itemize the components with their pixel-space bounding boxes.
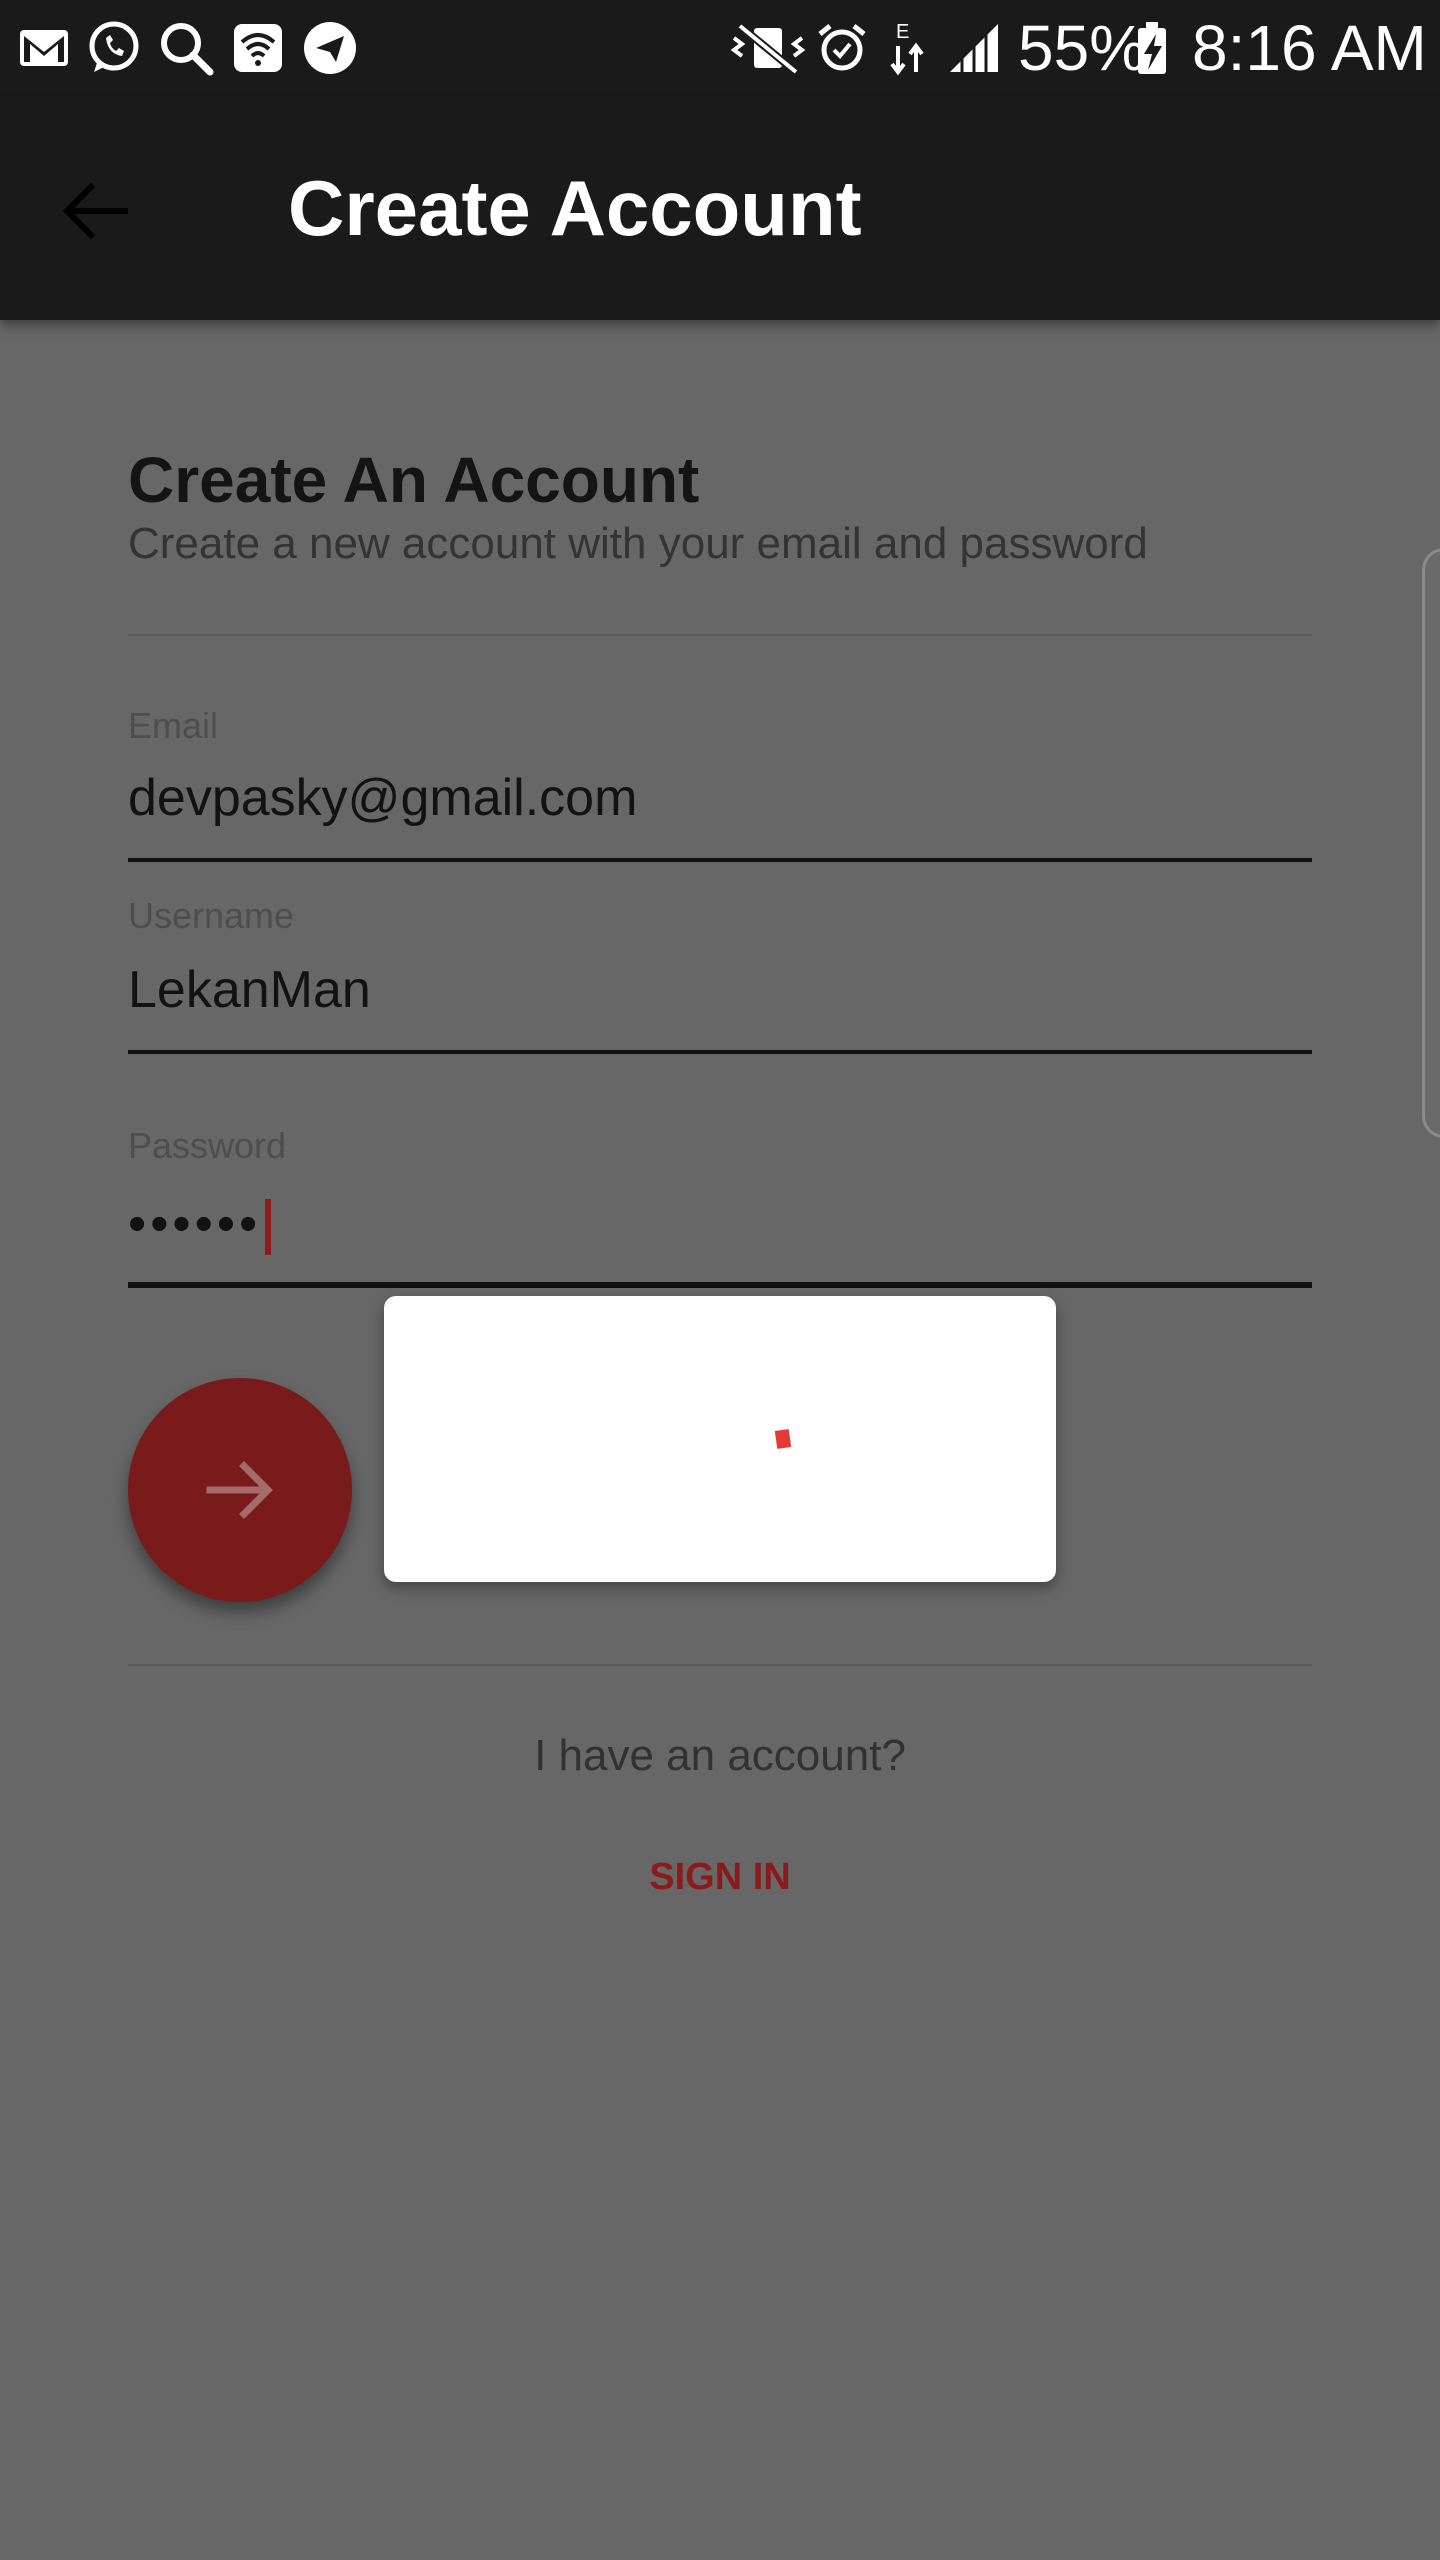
password-label: Password	[128, 1125, 287, 1166]
alarm-icon	[818, 24, 866, 71]
arrow-forward-icon	[206, 1461, 273, 1519]
password-masked-value: ••••••	[128, 1195, 262, 1253]
whatsapp-icon	[89, 21, 139, 72]
password-underline	[128, 1282, 1312, 1288]
username-input[interactable]: LekanMan	[128, 958, 371, 1022]
status-bar: E 55% 8:16 AM	[0, 0, 1440, 96]
have-account-text: I have an account?	[534, 1731, 906, 1780]
svg-text:E: E	[896, 21, 909, 43]
form-title: Create An Account	[128, 444, 700, 516]
wifi-icon	[234, 24, 282, 72]
clock: 8:16 AM	[1192, 12, 1427, 84]
email-label: Email	[128, 705, 219, 746]
form-subtitle: Create a new account with your email and…	[128, 519, 1148, 568]
page-title: Create Account	[288, 164, 862, 252]
edge-panel-handle[interactable]	[1422, 548, 1440, 1138]
username-label: Username	[128, 895, 295, 936]
telegram-icon	[304, 22, 356, 74]
arrow-back-icon	[62, 182, 128, 240]
data-transfer-icon: E	[890, 21, 924, 76]
back-button[interactable]	[40, 156, 150, 266]
text-cursor	[265, 1199, 272, 1256]
app-bar: Create Account	[0, 96, 1440, 320]
email-underline	[128, 858, 1312, 862]
username-underline	[128, 1050, 1312, 1054]
battery-charging-icon	[1138, 22, 1166, 74]
battery-percent: 55%	[1018, 12, 1147, 84]
sign-in-link[interactable]: SIGN IN	[620, 1850, 820, 1904]
loading-spinner	[774, 1429, 792, 1449]
form-divider-bottom	[128, 1664, 1312, 1666]
gmail-icon	[20, 30, 68, 66]
form-divider-top	[128, 634, 1312, 636]
vibrate-mute-icon	[730, 22, 806, 76]
password-input[interactable]: ••••••	[128, 1192, 272, 1256]
submit-button[interactable]	[128, 1378, 352, 1602]
email-input[interactable]: devpasky@gmail.com	[128, 766, 637, 830]
search-icon	[161, 23, 214, 76]
signal-icon	[950, 24, 998, 72]
loading-dialog	[384, 1296, 1056, 1582]
